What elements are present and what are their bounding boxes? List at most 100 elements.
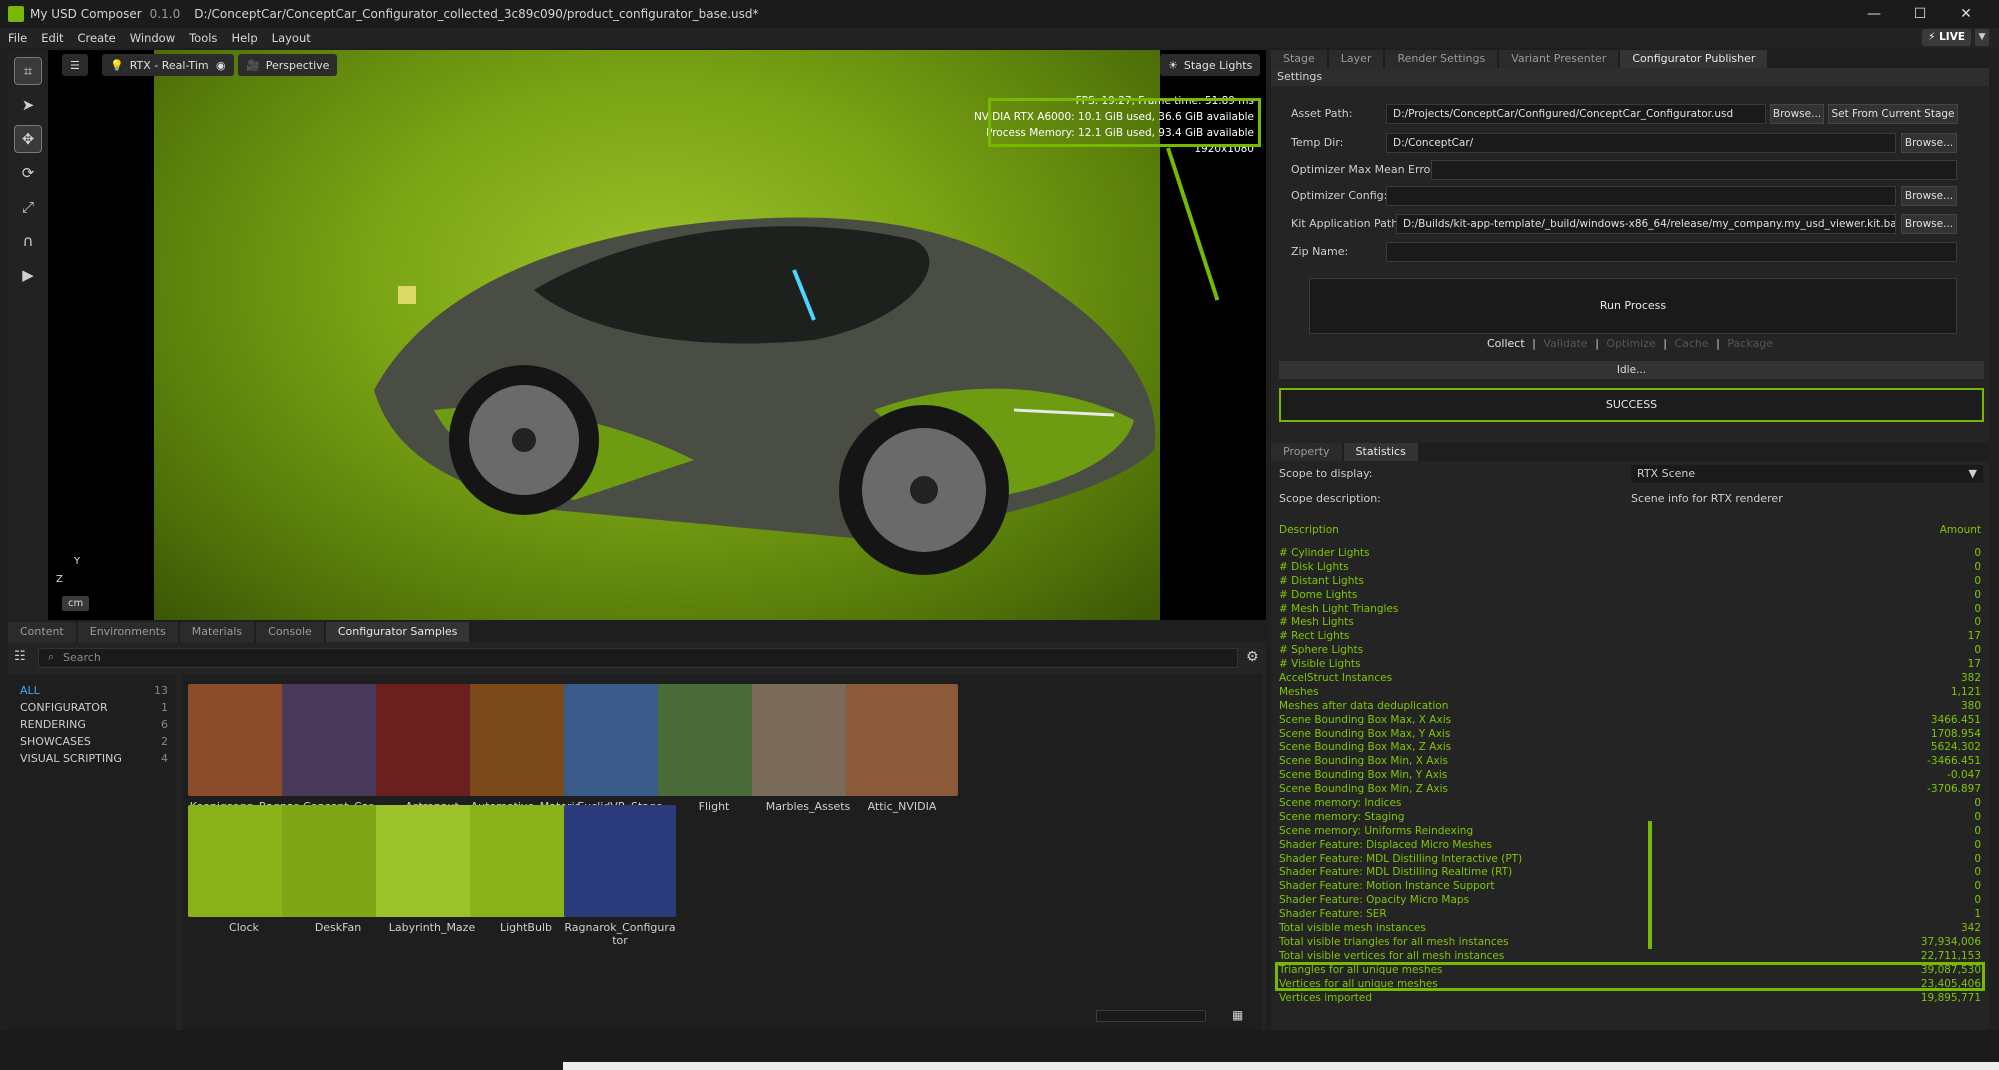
tab-environments[interactable]: Environments [77,622,178,642]
menu-edit[interactable]: Edit [41,31,63,45]
tab-console[interactable]: Console [256,622,324,642]
rotate-icon[interactable]: ⟳ [15,160,41,186]
stat-row: Scene Bounding Box Max, X Axis 3466.451 [1271,714,1989,728]
stat-row: # Distant Lights 0 [1271,575,1989,589]
search-input[interactable]: Search [38,648,1238,668]
category-count: 13 [154,684,168,697]
category-item[interactable]: SHOWCASES 2 [8,733,176,750]
tab-content[interactable]: Content [8,622,76,642]
stat-value: -3466.451 [1927,755,1981,768]
chevron-down-icon[interactable]: ▼ [1975,29,1989,46]
optimizer-config-field[interactable] [1386,186,1896,206]
scale-icon[interactable]: ⤢ [15,194,41,220]
menu-layout[interactable]: Layout [272,31,311,45]
eye-icon[interactable]: ◉ [208,54,234,76]
memory-highlight-box [988,98,1261,147]
zoom-slider[interactable] [1096,1010,1206,1022]
stat-row: Scene Bounding Box Min, Y Axis -0.047 [1271,769,1989,783]
sample-thumbnail[interactable]: Attic_NVIDIA [846,684,958,813]
renderer-button[interactable]: 💡 RTX - Real-Time [102,54,224,76]
category-label: SHOWCASES [20,735,91,748]
stat-row: Vertices imported 19,895,771 [1271,992,1989,1006]
stat-label: # Sphere Lights [1279,644,1364,657]
menu-file[interactable]: File [8,31,27,45]
stat-row: Scene memory: Staging 0 [1271,811,1989,825]
menu-window[interactable]: Window [130,31,175,45]
maximize-button[interactable]: ☐ [1897,0,1943,28]
category-item[interactable]: ALL 13 [8,682,176,699]
viewport-toolbar: ⌗ ➤ ✥ ⟳ ⤢ ∩ ▶ [8,50,48,620]
menu-bar: File Edit Create Window Tools Help Layou… [0,28,1999,48]
zip-name-field[interactable] [1386,242,1957,262]
browse-asset-button[interactable]: Browse... [1770,104,1824,124]
select-icon[interactable]: ➤ [15,92,41,118]
units-badge[interactable]: cm [62,596,90,611]
stat-value: 380 [1960,699,1981,712]
browse-config-button[interactable]: Browse... [1901,186,1957,206]
tab-materials[interactable]: Materials [179,622,255,642]
stat-value: 0 [1974,880,1981,893]
menu-help[interactable]: Help [231,31,257,45]
viewport[interactable]: ☰ 💡 RTX - Real-Time ◉ 🎥 Perspective ☀ St… [48,50,1266,620]
scope-label: Scope to display: [1279,467,1373,480]
stat-value: 0 [1974,574,1981,587]
content-browser: Content Environments Materials Console C… [8,622,1266,1030]
stat-label: Total visible mesh instances [1279,922,1426,935]
tab-statistics[interactable]: Statistics [1343,443,1418,461]
tab-render-settings[interactable]: Render Settings [1385,50,1498,68]
tab-layer[interactable]: Layer [1328,50,1384,68]
stat-value: 0 [1974,838,1981,851]
optimizer-error-field[interactable] [1431,160,1957,180]
step-separator: | [1532,337,1536,350]
asset-path-field[interactable]: D:/Projects/ConceptCar/Configured/Concep… [1386,104,1766,124]
category-item[interactable]: VISUAL SCRIPTING 4 [8,750,176,767]
select-mode-icon[interactable]: ⌗ [14,57,42,85]
scope-dropdown[interactable]: RTX Scene ▼ [1631,465,1983,483]
stat-value: 0 [1974,644,1981,657]
move-icon[interactable]: ✥ [14,125,42,153]
stage-lights-button[interactable]: ☀ Stage Lights [1160,54,1261,76]
tab-variant-presenter[interactable]: Variant Presenter [1499,50,1619,68]
kit-path-field[interactable]: D:/Builds/kit-app-template/_build/window… [1396,214,1896,234]
tab-stage[interactable]: Stage [1271,50,1327,68]
sample-thumbnail[interactable]: Ragnarok_Configurator [564,805,676,947]
play-icon[interactable]: ▶ [15,262,41,288]
live-button[interactable]: ⚡ LIVE [1922,29,1971,46]
tab-property[interactable]: Property [1271,443,1342,461]
menu-tools[interactable]: Tools [189,31,217,45]
set-from-stage-button[interactable]: Set From Current Stage [1828,104,1958,124]
browse-kit-button[interactable]: Browse... [1901,214,1957,234]
stat-value: 3466.451 [1930,713,1981,726]
col-amount: Amount [1939,524,1981,536]
gear-icon[interactable]: ⚙ [1246,649,1259,665]
temp-dir-field[interactable]: D:/ConceptCar/ [1386,133,1896,153]
stat-row: # Visible Lights 17 [1271,658,1989,672]
close-button[interactable]: ✕ [1943,0,1989,28]
snap-icon[interactable]: ∩ [15,228,41,254]
stat-row: Scene memory: Uniforms Reindexing 0 [1271,825,1989,839]
stat-row: Total visible mesh instances 342 [1271,922,1989,936]
stat-row: Scene Bounding Box Min, Z Axis -3706.897 [1271,783,1989,797]
category-item[interactable]: CONFIGURATOR 1 [8,699,176,716]
tab-configurator-samples[interactable]: Configurator Samples [325,622,470,642]
settings-header: Settings [1271,68,1989,86]
stat-label: Vertices imported [1279,991,1373,1004]
stat-label: # Dome Lights [1279,588,1358,601]
category-item[interactable]: RENDERING 6 [8,716,176,733]
stat-label: Shader Feature: MDL Distilling Realtime … [1279,866,1513,879]
settings-icon[interactable]: ☰ [62,54,88,76]
stat-value: 0 [1974,866,1981,879]
stat-row: Shader Feature: Opacity Micro Maps 0 [1271,894,1989,908]
light-icon[interactable] [398,286,416,304]
run-process-button[interactable]: Run Process [1309,278,1957,334]
camera-button[interactable]: 🎥 Perspective [238,54,338,76]
menu-create[interactable]: Create [78,31,116,45]
minimize-button[interactable]: — [1851,0,1897,28]
stat-row: Meshes after data deduplication 380 [1271,700,1989,714]
step-package: Package [1727,337,1773,350]
stat-row: Scene Bounding Box Max, Y Axis 1708.954 [1271,728,1989,742]
filter-icon[interactable]: ☷ [14,649,26,664]
browse-temp-button[interactable]: Browse... [1901,133,1957,153]
grid-view-icon[interactable]: ▦ [1232,1008,1243,1022]
tab-configurator-publisher[interactable]: Configurator Publisher [1620,50,1768,68]
